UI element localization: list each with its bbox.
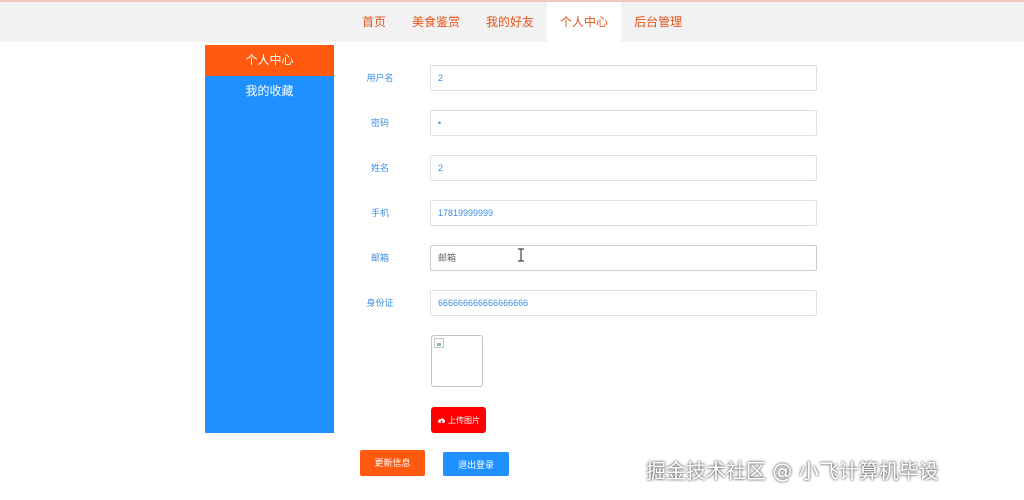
update-info-button[interactable]: 更新信息 [360,450,425,476]
username-label: 用户名 [366,73,394,83]
logout-button[interactable]: 退出登录 [443,452,509,476]
sidebar: 个人中心 我的收藏 [205,45,334,433]
name-input[interactable] [430,155,817,181]
nav-item-admin[interactable]: 后台管理 [621,2,695,42]
phone-input[interactable] [430,200,817,226]
top-navbar: 首页 美食鉴赏 我的好友 个人中心 后台管理 [0,0,1024,42]
password-row: 密码 [350,110,820,136]
watermark: 掘金技术社区 @ 小飞计算机毕设 [646,459,939,483]
password-input[interactable] [430,110,817,136]
username-row: 用户名 [350,65,820,91]
cloud-upload-icon [437,417,446,423]
avatar-preview [431,335,483,387]
upload-button-label: 上传图片 [448,415,480,425]
idcard-input[interactable] [430,290,817,316]
name-row: 姓名 [350,155,820,181]
phone-row: 手机 [350,200,820,226]
nav-item-friends[interactable]: 我的好友 [473,2,547,42]
email-label: 邮箱 [370,253,389,263]
idcard-row: 身份证 [350,290,820,316]
email-input[interactable] [430,245,817,271]
phone-label: 手机 [370,208,389,218]
sidebar-item-profile[interactable]: 个人中心 [205,45,334,76]
upload-image-button[interactable]: 上传图片 [431,407,486,433]
username-input[interactable] [430,65,817,91]
sidebar-item-favorites[interactable]: 我的收藏 [205,76,334,107]
name-label: 姓名 [370,163,389,173]
password-label: 密码 [370,118,389,128]
nav-item-food[interactable]: 美食鉴赏 [399,2,473,42]
idcard-label: 身份证 [366,298,394,308]
nav-item-home[interactable]: 首页 [349,2,399,42]
broken-image-icon [434,338,444,348]
email-row: 邮箱 [350,245,820,271]
text-cursor-icon [518,248,524,262]
main-nav: 首页 美食鉴赏 我的好友 个人中心 后台管理 [349,2,695,42]
nav-item-profile[interactable]: 个人中心 [547,2,622,42]
